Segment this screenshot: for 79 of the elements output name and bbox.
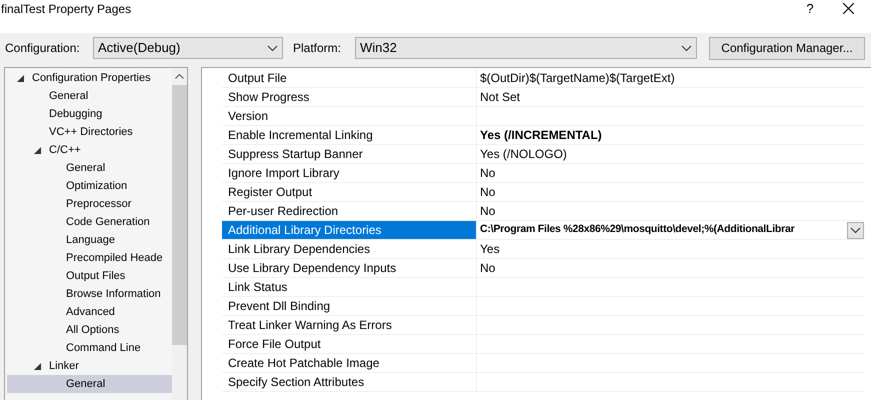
property-name: Version [222,107,477,125]
property-row[interactable]: Link Status [222,278,864,297]
property-name: Link Status [222,278,477,296]
tree-item[interactable]: Code Generation [7,213,172,231]
tree-item[interactable]: All Options [7,321,172,339]
property-value: No [479,260,496,277]
tree-item[interactable]: Command Line [7,339,172,357]
property-name: Register Output [222,183,477,201]
tree-item[interactable]: General [7,375,172,393]
property-name: Per-user Redirection [222,202,477,220]
expanded-triangle-icon[interactable] [17,74,24,82]
configuration-dropdown[interactable]: Active(Debug) [93,37,283,59]
property-name: Ignore Import Library [222,164,477,182]
tree-item[interactable]: Browse Information [7,285,172,303]
expanded-triangle-icon[interactable] [34,362,41,370]
property-row[interactable]: Force File Output [222,335,864,354]
property-value: Yes [479,241,500,258]
scrollbar[interactable] [172,68,187,400]
property-row[interactable]: Register Output No [222,183,864,202]
property-name: Treat Linker Warning As Errors [222,316,477,334]
property-row[interactable]: Link Library Dependencies Yes [222,240,864,259]
property-name: Show Progress [222,88,477,106]
platform-dropdown[interactable]: Win32 [355,37,697,59]
chevron-down-icon [681,44,692,52]
property-name: Specify Section Attributes [222,373,477,391]
property-value: C:\Program Files %28x86%29\mosquitto\devel;%(AdditionalLibrar [479,222,795,238]
property-value: No [479,203,496,220]
close-icon[interactable] [843,3,854,14]
property-row[interactable]: Output File $(OutDir)$(TargetName)$(TargetExt) [222,69,864,88]
property-name: Output File [222,69,477,87]
help-button[interactable]: ? [787,0,833,18]
tree-item[interactable]: Optimization [7,177,172,195]
tree-item[interactable]: General [7,87,172,105]
property-name: Link Library Dependencies [222,240,477,258]
property-value: Not Set [479,89,520,106]
tree-item[interactable]: VC++ Directories [7,123,172,141]
tree-item[interactable]: Linker [7,357,172,375]
dropdown-button[interactable] [847,222,864,238]
tree-item[interactable]: Output Files [7,267,172,285]
property-name: Prevent Dll Binding [222,297,477,315]
property-row[interactable]: Use Library Dependency Inputs No [222,259,864,278]
property-row[interactable]: Specify Section Attributes [222,373,864,392]
scroll-up-icon[interactable] [175,74,184,79]
tree-item[interactable]: Debugging [7,105,172,123]
property-row[interactable]: Create Hot Patchable Image [222,354,864,373]
tree-item[interactable]: Advanced [7,303,172,321]
chevron-down-icon [267,44,278,52]
tree-item[interactable]: Language [7,231,172,249]
tree-item[interactable]: General [7,159,172,177]
tree-item[interactable]: Precompiled Heade [7,249,172,267]
property-row[interactable]: Show Progress Not Set [222,88,864,107]
property-name: Use Library Dependency Inputs [222,259,477,277]
property-row[interactable]: Version [222,107,864,126]
window-title: finalTest Property Pages [0,0,132,18]
property-name: Additional Library Directories [222,221,477,239]
property-value: No [479,184,496,201]
property-row[interactable]: Suppress Startup Banner Yes (/NOLOGO) [222,145,864,164]
property-row[interactable]: Additional Library Directories C:\Program Files %28x86%29\mosquitto\devel;%(AdditionalLibrar [222,221,864,240]
property-row[interactable]: Ignore Import Library No [222,164,864,183]
property-row[interactable]: Treat Linker Warning As Errors [222,316,864,335]
tree-item[interactable]: Configuration Properties [7,69,172,87]
property-name: Enable Incremental Linking [222,126,477,144]
property-name: Create Hot Patchable Image [222,354,477,372]
property-row[interactable]: Enable Incremental Linking Yes (/INCREMENTAL) [222,126,864,145]
property-value: $(OutDir)$(TargetName)$(TargetExt) [479,70,675,87]
configuration-manager-button[interactable]: Configuration Manager... [709,36,865,60]
expanded-triangle-icon[interactable] [34,146,41,154]
platform-label: Platform: [293,40,342,57]
property-value: Yes (/NOLOGO) [479,146,567,163]
property-name: Force File Output [222,335,477,353]
chevron-down-icon [850,226,861,234]
tree-item[interactable]: C/C++ [7,141,172,159]
tree-item[interactable]: Preprocessor [7,195,172,213]
property-name: Suppress Startup Banner [222,145,477,163]
scrollbar-thumb[interactable] [172,85,187,345]
property-row[interactable]: Prevent Dll Binding [222,297,864,316]
property-value: Yes (/INCREMENTAL) [479,127,602,144]
property-value: No [479,165,496,182]
configuration-label: Configuration: [5,40,81,57]
